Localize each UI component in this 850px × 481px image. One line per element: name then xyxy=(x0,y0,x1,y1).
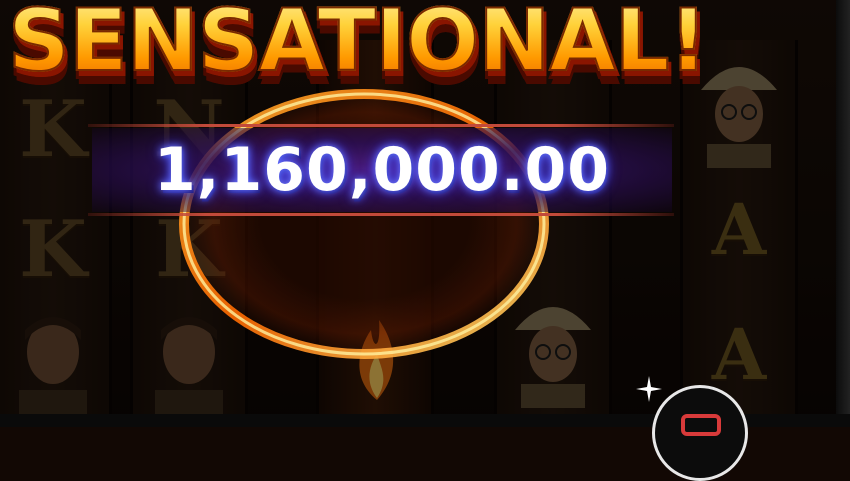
stop-spin-button[interactable] xyxy=(652,385,748,481)
win-amount: 1,160,000.00 xyxy=(153,135,611,205)
sparkle-icon xyxy=(636,376,662,402)
win-title: SENSATIONAL! xyxy=(7,0,768,96)
stop-square-icon xyxy=(681,414,721,436)
banner-top-divider xyxy=(88,124,674,127)
banner-bottom-divider xyxy=(88,213,674,216)
screen-edge xyxy=(836,0,850,427)
